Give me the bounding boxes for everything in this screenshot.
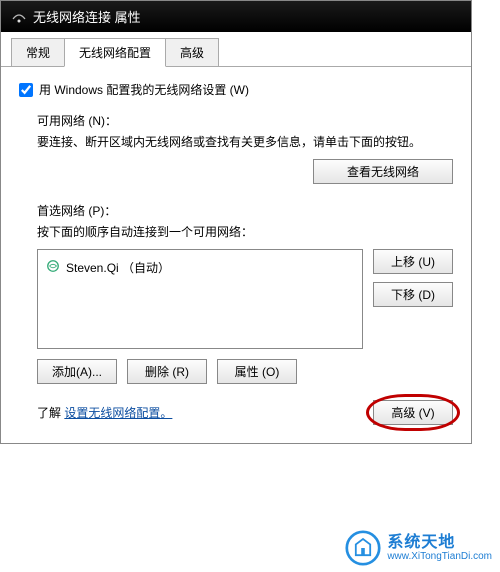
add-button[interactable]: 添加(A)...: [37, 359, 117, 384]
remove-button[interactable]: 删除 (R): [127, 359, 207, 384]
use-windows-config-checkbox[interactable]: [19, 83, 33, 97]
network-name: Steven.Qi （自动）: [66, 259, 170, 276]
learn-text: 了解 设置无线网络配置。: [37, 404, 172, 421]
use-windows-config-label: 用 Windows 配置我的无线网络设置 (W): [39, 81, 249, 98]
use-windows-config-row[interactable]: 用 Windows 配置我的无线网络设置 (W): [19, 81, 453, 98]
advanced-button[interactable]: 高级 (V): [373, 400, 453, 425]
watermark-brand: 系统天地: [387, 534, 492, 552]
watermark-logo-icon: [345, 530, 381, 566]
preferred-networks-section: 首选网络 (P)： 按下面的顺序自动连接到一个可用网络： Steven.Qi （…: [37, 202, 453, 384]
titlebar: 无线网络连接 属性: [1, 1, 471, 32]
tab-advanced[interactable]: 高级: [165, 38, 219, 66]
move-down-button[interactable]: 下移 (D): [373, 282, 453, 307]
properties-button[interactable]: 属性 (O): [217, 359, 297, 384]
tab-general[interactable]: 常规: [11, 38, 65, 66]
footer-row: 了解 设置无线网络配置。 高级 (V): [37, 400, 453, 425]
list-item[interactable]: Steven.Qi （自动）: [46, 258, 354, 277]
available-heading: 可用网络 (N)：: [37, 112, 453, 129]
window-title: 无线网络连接 属性: [33, 7, 141, 26]
watermark: 系统天地 www.XiTongTianDi.com: [345, 530, 492, 566]
available-help-text: 要连接、断开区域内无线网络或查找有关更多信息，请单击下面的按钮。: [37, 133, 453, 151]
properties-dialog: 无线网络连接 属性 常规 无线网络配置 高级 用 Windows 配置我的无线网…: [0, 0, 472, 444]
tab-bar: 常规 无线网络配置 高级: [1, 32, 471, 67]
learn-link[interactable]: 设置无线网络配置。: [64, 406, 172, 420]
network-icon: [46, 259, 60, 276]
move-up-button[interactable]: 上移 (U): [373, 249, 453, 274]
preferred-heading: 首选网络 (P)：: [37, 202, 453, 219]
view-wireless-networks-button[interactable]: 查看无线网络: [313, 159, 453, 184]
preferred-network-list[interactable]: Steven.Qi （自动）: [37, 249, 363, 349]
tab-wireless-config[interactable]: 无线网络配置: [64, 38, 166, 67]
preferred-help-text: 按下面的顺序自动连接到一个可用网络：: [37, 223, 453, 241]
watermark-url: www.XiTongTianDi.com: [387, 551, 492, 562]
learn-prefix: 了解: [37, 406, 61, 420]
tab-panel: 用 Windows 配置我的无线网络设置 (W) 可用网络 (N)： 要连接、断…: [1, 67, 471, 443]
available-networks-section: 可用网络 (N)： 要连接、断开区域内无线网络或查找有关更多信息，请单击下面的按…: [37, 112, 453, 184]
wireless-icon: [11, 9, 27, 25]
